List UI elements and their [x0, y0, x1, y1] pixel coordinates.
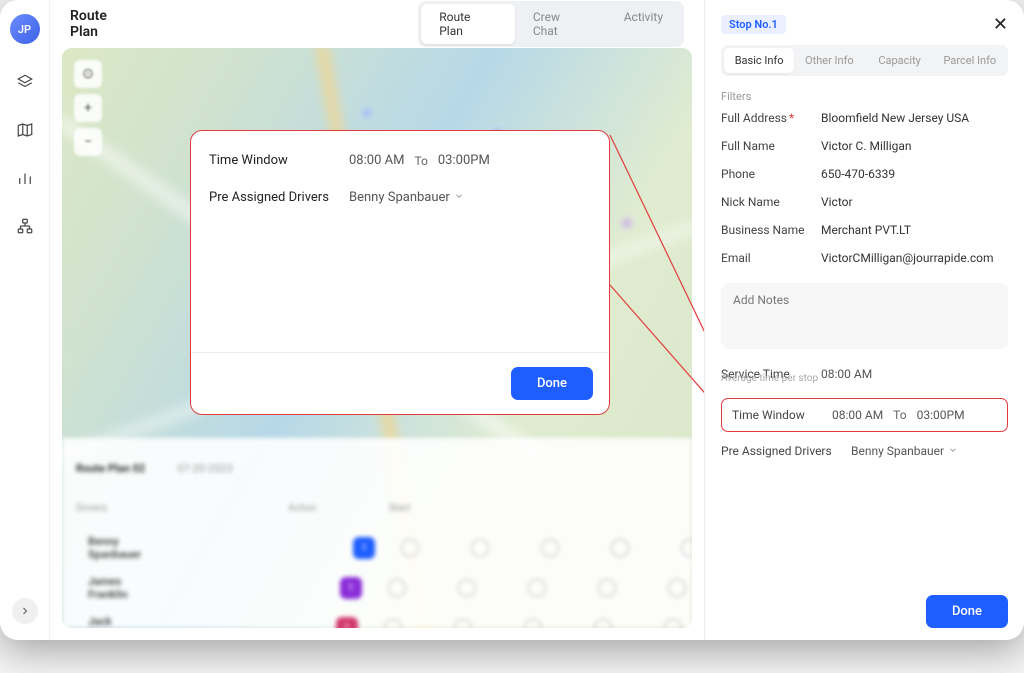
- phone-label: Phone: [721, 167, 821, 181]
- name-label: Full Name: [721, 139, 821, 153]
- notes-input[interactable]: [721, 283, 1008, 349]
- time-window-highlight: Time Window 08:00 AM To 03:00PM: [721, 398, 1008, 432]
- tab-basic-info[interactable]: Basic Info: [724, 48, 794, 73]
- address-value[interactable]: Bloomfield New Jersey USA: [821, 111, 1008, 125]
- phone-value[interactable]: 650-470-6339: [821, 167, 1008, 181]
- panel-tabs: Basic Info Other Info Capacity Parcel In…: [721, 45, 1008, 76]
- stop-number-chip: Stop No.1: [721, 15, 786, 34]
- zoom-out-icon[interactable]: −: [74, 128, 102, 156]
- panel-pre-assigned-label: Pre Assigned Drivers: [721, 444, 851, 458]
- popup-driver-select[interactable]: Benny Spanbauer: [349, 190, 464, 205]
- sidebar: JP: [0, 0, 50, 640]
- popup-to-label: To: [414, 154, 427, 168]
- stop-details-panel: Stop No.1 ✕ Basic Info Other Info Capaci…: [704, 0, 1024, 640]
- panel-done-button[interactable]: Done: [926, 595, 1008, 628]
- name-value[interactable]: Victor C. Milligan: [821, 139, 1008, 153]
- map-controls: ⊙ + −: [74, 60, 102, 156]
- main-area: Route Plan Route Plan Crew Chat Activity…: [50, 0, 704, 640]
- panel-time-window-label: Time Window: [732, 408, 832, 422]
- business-label: Business Name: [721, 223, 821, 237]
- locate-icon[interactable]: ⊙: [74, 60, 102, 88]
- popup-time-start[interactable]: 08:00 AM: [349, 153, 404, 168]
- tab-capacity[interactable]: Capacity: [865, 48, 935, 73]
- bar-chart-icon[interactable]: [15, 168, 35, 188]
- service-time-subtitle: Average time per stop: [721, 373, 1008, 384]
- popup-done-button[interactable]: Done: [511, 367, 593, 400]
- stop-edit-popup: Time Window 08:00 AM To 03:00PM Pre Assi…: [190, 130, 610, 415]
- map-icon[interactable]: [15, 120, 35, 140]
- filters-label: Filters: [721, 90, 1008, 103]
- panel-time-start[interactable]: 08:00 AM: [832, 408, 883, 422]
- zoom-in-icon[interactable]: +: [74, 94, 102, 122]
- nickname-value[interactable]: Victor: [821, 195, 1008, 209]
- panel-time-end[interactable]: 03:00PM: [917, 408, 965, 422]
- chevron-down-icon: [454, 190, 464, 205]
- drivers-timeline-panel: Route Plan 0207-20-2023 DriversActionSta…: [62, 438, 692, 628]
- topbar: Route Plan Route Plan Crew Chat Activity: [50, 0, 704, 48]
- top-tabs: Route Plan Crew Chat Activity: [418, 1, 684, 47]
- page-title: Route Plan: [70, 8, 138, 40]
- org-chart-icon[interactable]: [15, 216, 35, 236]
- tab-crew-chat[interactable]: Crew Chat: [515, 4, 606, 44]
- email-label: Email: [721, 251, 821, 265]
- panel-driver-select[interactable]: Benny Spanbauer: [851, 444, 1008, 458]
- panel-to-label: To: [893, 408, 906, 422]
- close-icon[interactable]: ✕: [993, 14, 1008, 35]
- popup-time-window-label: Time Window: [209, 153, 349, 168]
- tab-other-info[interactable]: Other Info: [794, 48, 864, 73]
- popup-pre-assigned-label: Pre Assigned Drivers: [209, 190, 349, 205]
- address-label: Full Address*: [721, 111, 821, 125]
- chevron-down-icon: [948, 444, 958, 458]
- expand-sidebar-button[interactable]: [12, 598, 38, 624]
- nickname-label: Nick Name: [721, 195, 821, 209]
- business-value[interactable]: Merchant PVT.LT: [821, 223, 1008, 237]
- user-avatar[interactable]: JP: [10, 14, 40, 44]
- layers-icon[interactable]: [15, 72, 35, 92]
- tab-parcel-info[interactable]: Parcel Info: [935, 48, 1005, 73]
- tab-route-plan[interactable]: Route Plan: [421, 4, 515, 44]
- email-value[interactable]: VictorCMilligan@jourrapide.com: [821, 251, 1008, 265]
- tab-activity[interactable]: Activity: [606, 4, 681, 44]
- popup-time-end[interactable]: 03:00PM: [438, 153, 490, 168]
